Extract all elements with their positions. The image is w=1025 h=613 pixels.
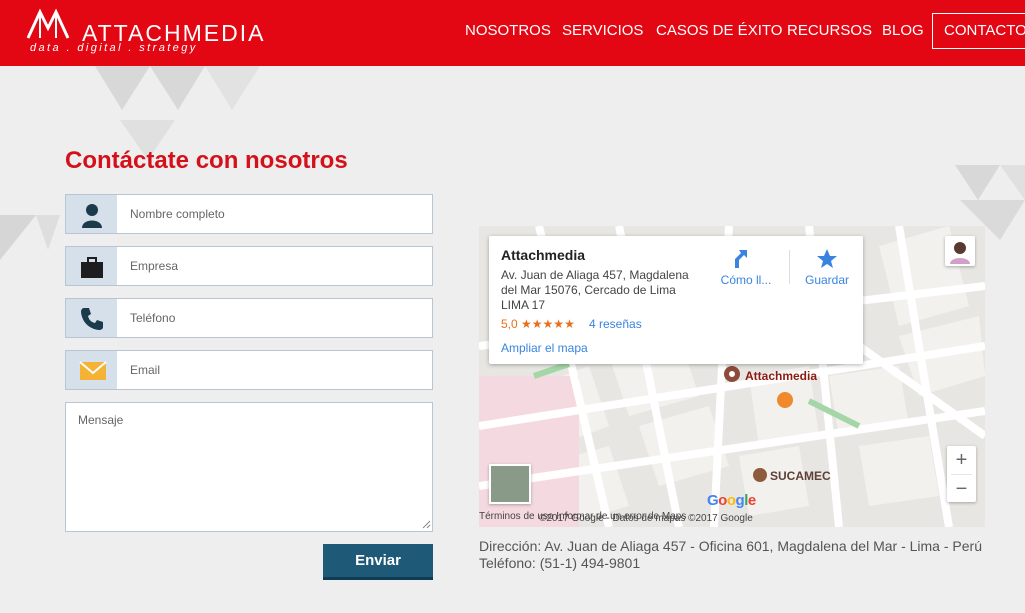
google-map[interactable]: Attachmedia SUCAMEC Attachmedia Av. Juan… (479, 226, 985, 527)
phone-field (65, 298, 433, 338)
save-label: Guardar (804, 273, 850, 287)
address-line: Dirección: Av. Juan de Aliaga 457 - Ofic… (479, 538, 982, 554)
place-name: Attachmedia (501, 247, 586, 263)
contact-info: Dirección: Av. Juan de Aliaga 457 - Ofic… (479, 538, 982, 572)
phone-input[interactable] (118, 299, 432, 337)
main-nav: NOSOTROS SERVICIOS CASOS DE ÉXITO RECURS… (0, 13, 1025, 49)
star-icon (817, 249, 837, 268)
place-card: Attachmedia Av. Juan de Aliaga 457, Magd… (489, 236, 863, 364)
email-icon-box (66, 351, 117, 389)
briefcase-icon (81, 257, 103, 278)
satellite-toggle[interactable] (489, 464, 531, 504)
poi-label: SUCAMEC (770, 469, 831, 483)
name-icon-box (66, 195, 117, 233)
zoom-in-button[interactable]: + (947, 446, 976, 474)
rating-value: 5,0 (501, 317, 518, 331)
nav-item-contacto[interactable]: CONTACTO (932, 13, 1025, 49)
save-button[interactable]: Guardar (799, 248, 855, 287)
company-input[interactable] (118, 247, 432, 285)
phone-line: Teléfono: (51-1) 494-9801 (479, 555, 641, 571)
avatar-icon (950, 242, 970, 264)
email-field (65, 350, 433, 390)
card-divider (789, 250, 790, 284)
mail-icon (79, 361, 107, 380)
rating-stars: ★★★★★ (521, 317, 575, 331)
nav-item-recursos[interactable]: RECURSOS (787, 13, 872, 49)
phone-icon (81, 308, 103, 330)
nav-item-servicios[interactable]: SERVICIOS (562, 13, 643, 49)
nav-item-blog[interactable]: BLOG (882, 13, 924, 49)
name-field (65, 194, 433, 234)
user-icon (82, 204, 102, 228)
company-field (65, 246, 433, 286)
enlarge-map-link[interactable]: Ampliar el mapa (501, 341, 588, 355)
email-input[interactable] (118, 351, 432, 389)
company-icon-box (66, 247, 117, 285)
place-address: Av. Juan de Aliaga 457, Magdalena del Ma… (501, 268, 689, 312)
resize-grip-icon[interactable] (422, 520, 431, 529)
directions-icon (735, 250, 747, 268)
message-textarea[interactable] (65, 402, 433, 532)
nav-item-casos-de-exito[interactable]: CASOS DE ÉXITO (656, 13, 782, 49)
directions-button[interactable]: Cómo ll... (715, 248, 777, 287)
marker-label: Attachmedia (745, 369, 818, 383)
directions-label: Cómo ll... (720, 273, 772, 287)
name-input[interactable] (118, 195, 432, 233)
page-title: Contáctate con nosotros (65, 147, 348, 174)
place-rating: 5,0 ★★★★★ (501, 317, 575, 331)
map-attribution: ©2017 Google - Datos de mapas ©2017 Goog… (539, 513, 753, 524)
zoom-controls: + − (947, 446, 976, 502)
submit-button[interactable]: Enviar (323, 544, 433, 580)
zoom-out-button[interactable]: − (947, 475, 976, 503)
reviews-link[interactable]: 4 reseñas (589, 317, 642, 331)
map-attribution-bar: ©2017 Google - Datos de mapas ©2017 Goog… (479, 511, 985, 527)
site-header: ATTACHMEDIA data . digital . strategy NO… (0, 0, 1025, 66)
google-logo: Google (707, 492, 756, 509)
profile-avatar[interactable] (945, 236, 975, 266)
nav-item-nosotros[interactable]: NOSOTROS (465, 13, 551, 49)
phone-icon-box (66, 299, 117, 337)
